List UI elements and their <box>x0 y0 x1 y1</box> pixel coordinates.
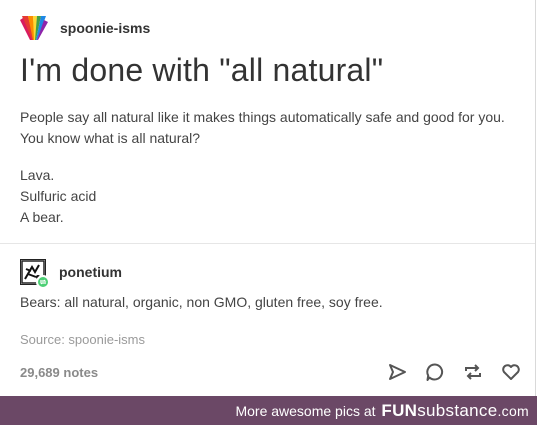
heart-icon[interactable] <box>500 361 522 383</box>
post-paragraph: People say all natural like it makes thi… <box>20 109 505 146</box>
reblog-icon[interactable] <box>462 361 484 383</box>
blog-name-link[interactable]: spoonie-isms <box>60 20 150 36</box>
watermark-footer: More awesome pics at FUNsubstance.com <box>0 396 537 425</box>
funsubstance-logo[interactable]: FUNsubstance.com <box>381 401 529 420</box>
brand-rest: substance <box>417 401 498 420</box>
tumblr-post: spoonie-isms I'm done with "all natural"… <box>0 0 536 396</box>
reblog-badge-icon <box>36 275 50 289</box>
source-link[interactable]: Source: spoonie-isms <box>20 332 145 347</box>
comment-icon[interactable] <box>424 361 446 383</box>
post-list: Lava. Sulfuric acid A bear. <box>20 165 96 228</box>
reblog-avatar[interactable] <box>20 259 50 289</box>
footer-credit: More awesome pics at FUNsubstance.com <box>235 401 529 421</box>
reblog-text: Bears: all natural, organic, non GMO, gl… <box>20 294 383 310</box>
rainbow-avatar-icon <box>20 16 48 40</box>
send-icon[interactable] <box>386 361 408 383</box>
list-line: Lava. <box>20 167 55 183</box>
post-actions <box>386 361 522 383</box>
list-line: Sulfuric acid <box>20 188 97 204</box>
notes-count[interactable]: 29,689 notes <box>20 365 98 380</box>
original-poster-header: spoonie-isms <box>20 14 150 42</box>
blog-avatar[interactable] <box>20 14 48 42</box>
reblog-divider <box>0 243 535 244</box>
reblog-blog-name-link[interactable]: ponetium <box>59 264 122 280</box>
post-title: I'm done with "all natural" <box>20 52 384 88</box>
list-line: A bear. <box>20 209 64 225</box>
footer-text: More awesome pics at <box>235 403 376 419</box>
reblog-arrows-icon <box>39 279 47 285</box>
brand-bold: FUN <box>381 401 418 420</box>
reblog-header: ponetium <box>20 258 122 289</box>
brand-suffix: .com <box>497 403 529 419</box>
